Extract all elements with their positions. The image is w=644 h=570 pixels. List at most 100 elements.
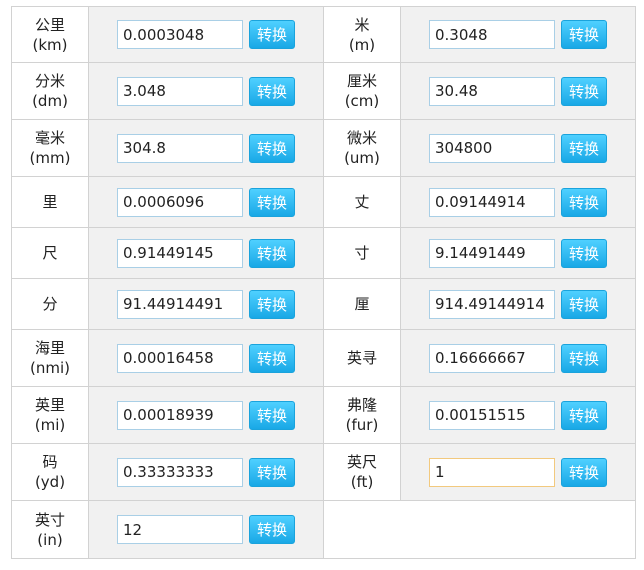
unit-symbol: (m) [348,35,376,54]
table-row: 分米 (dm) 转换 厘米 (cm) 转换 [11,62,636,120]
unit-name: 米 [354,15,370,34]
mi-convert-button[interactable]: 转换 [249,400,295,430]
cm-convert-button[interactable]: 转换 [561,76,607,106]
unit-label-km: 公里 (km) [11,6,89,63]
unit-name: 英寻 [346,349,377,367]
fen-input[interactable] [117,289,243,319]
table-row: 码 (yd) 转换 英尺 (ft) 转换 [11,443,636,501]
mm-convert-button[interactable]: 转换 [249,133,295,163]
unit-label-fur: 弗隆 (fur) [323,386,401,444]
fathom-convert-button[interactable]: 转换 [561,343,607,373]
fathom-input[interactable] [429,343,555,373]
li-input[interactable] [117,187,243,217]
fur-convert-button[interactable]: 转换 [561,400,607,430]
unit-cell-dm: 转换 [88,62,324,120]
empty-cell [323,500,636,559]
unit-symbol: (nmi) [30,359,70,377]
unit-label-mi: 英里 (mi) [11,386,89,444]
table-row: 里 转换 丈 转换 [11,176,636,228]
unit-name: 分米 [34,72,65,90]
unit-label-li: 里 [11,176,89,228]
mi-input[interactable] [117,400,243,430]
unit-name: 厘 [354,295,370,313]
unit-label-yd: 码 (yd) [11,443,89,501]
m-convert-button[interactable]: 转换 [561,20,607,49]
unit-label-zhang: 丈 [323,176,401,228]
unit-name: 英尺 [346,453,377,471]
table-row: 英里 (mi) 转换 弗隆 (fur) 转换 [11,386,636,444]
unit-cell-fen: 转换 [88,278,324,330]
in-input[interactable] [117,515,243,544]
unit-label-dm: 分米 (dm) [11,62,89,120]
nmi-input[interactable] [117,343,243,373]
dm-input[interactable] [117,76,243,106]
unit-name: 微米 [346,129,377,147]
unit-cell-cm: 转换 [400,62,636,120]
unit-label-fen: 分 [11,278,89,330]
unit-cell-fur: 转换 [400,386,636,444]
fen-convert-button[interactable]: 转换 [249,289,295,319]
unit-symbol: (dm) [32,92,68,110]
m-input[interactable] [429,20,555,49]
unit-cell-cun: 转换 [400,227,636,279]
unit-symbol: (um) [344,149,380,167]
unit-label-cm: 厘米 (cm) [323,62,401,120]
li-convert-button[interactable]: 转换 [249,187,295,217]
fur-input[interactable] [429,400,555,430]
unit-label-mm: 毫米 (mm) [11,119,89,177]
km-input[interactable] [117,20,243,49]
unit-symbol: (mm) [29,149,71,167]
unit-cell-yd: 转换 [88,443,324,501]
unit-name: 码 [42,453,58,471]
unit-cell-um: 转换 [400,119,636,177]
unit-cell-mi: 转换 [88,386,324,444]
unit-name: 公里 [34,15,65,34]
cun-input[interactable] [429,238,555,268]
unit-cell-fathom: 转换 [400,329,636,387]
table-row: 英寸 (in) 转换 [11,500,636,559]
cun-convert-button[interactable]: 转换 [561,238,607,268]
unit-symbol: (yd) [34,473,66,491]
yd-input[interactable] [117,457,243,487]
ft-input[interactable] [429,457,555,487]
unit-symbol: (mi) [34,416,66,434]
um-convert-button[interactable]: 转换 [561,133,607,163]
unit-cell-m: 转换 [400,6,636,63]
unit-cell-nmi: 转换 [88,329,324,387]
in-convert-button[interactable]: 转换 [249,515,295,544]
lii-input[interactable] [429,289,555,319]
yd-convert-button[interactable]: 转换 [249,457,295,487]
unit-label-chi: 尺 [11,227,89,279]
unit-label-fathom: 英寻 [323,329,401,387]
table-row: 分 转换 厘 转换 [11,278,636,330]
table-row: 尺 转换 寸 转换 [11,227,636,279]
zhang-convert-button[interactable]: 转换 [561,187,607,217]
unit-conversion-table: 公里 (km) 转换 米 (m) 转换 分米 [11,6,636,559]
unit-name: 丈 [354,193,370,211]
unit-symbol: (km) [32,35,68,54]
um-input[interactable] [429,133,555,163]
lii-convert-button[interactable]: 转换 [561,289,607,319]
unit-name: 分 [42,295,58,313]
cm-input[interactable] [429,76,555,106]
unit-label-cun: 寸 [323,227,401,279]
unit-cell-lii: 转换 [400,278,636,330]
unit-symbol: (in) [37,530,63,549]
table-row: 毫米 (mm) 转换 微米 (um) 转换 [11,119,636,177]
unit-cell-li: 转换 [88,176,324,228]
unit-name: 英里 [34,396,65,414]
mm-input[interactable] [117,133,243,163]
zhang-input[interactable] [429,187,555,217]
chi-input[interactable] [117,238,243,268]
dm-convert-button[interactable]: 转换 [249,76,295,106]
chi-convert-button[interactable]: 转换 [249,238,295,268]
unit-label-um: 微米 (um) [323,119,401,177]
km-convert-button[interactable]: 转换 [249,20,295,49]
nmi-convert-button[interactable]: 转换 [249,343,295,373]
unit-name: 毫米 [34,129,65,147]
ft-convert-button[interactable]: 转换 [561,457,607,487]
unit-label-in: 英寸 (in) [11,500,89,559]
unit-label-ft: 英尺 (ft) [323,443,401,501]
unit-name: 寸 [354,244,370,262]
unit-cell-chi: 转换 [88,227,324,279]
